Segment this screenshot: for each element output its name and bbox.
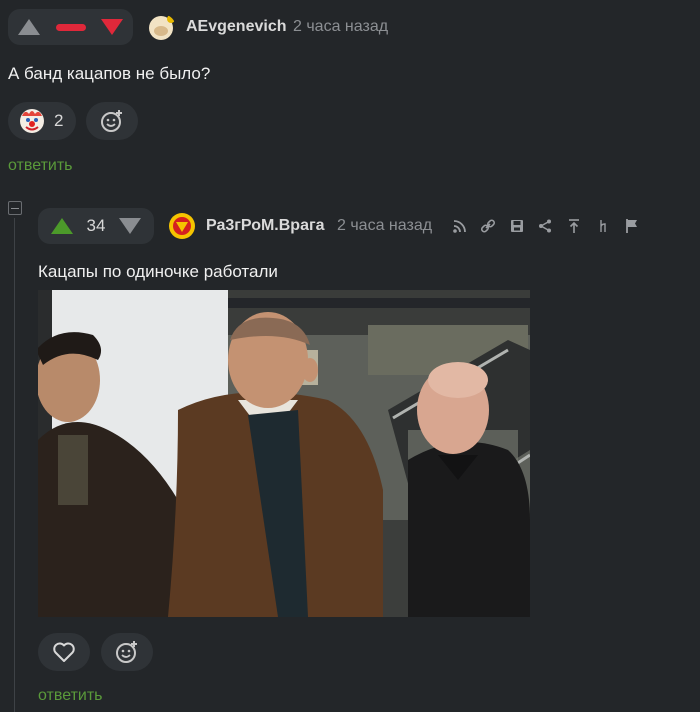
comment2-username[interactable]: Ра3гРоМ.Врага	[206, 217, 325, 235]
heart-icon	[53, 642, 75, 662]
downvote-icon[interactable]	[101, 19, 123, 35]
add-reaction-icon	[101, 110, 122, 132]
clown-face-icon	[20, 109, 44, 133]
arrow-up-icon[interactable]	[566, 218, 582, 234]
comment-image[interactable]	[38, 290, 530, 617]
link-icon[interactable]	[480, 218, 496, 234]
upvote-icon[interactable]	[18, 19, 40, 35]
add-reaction-button[interactable]	[86, 102, 138, 140]
downvote-icon[interactable]	[118, 218, 141, 234]
branch-icon[interactable]	[595, 218, 611, 234]
comment1-reply-link[interactable]: ответить	[8, 157, 73, 175]
comment1-username[interactable]: AEvgenevich	[186, 18, 286, 36]
negative-rating-indicator	[55, 23, 86, 31]
add-reaction-button[interactable]	[101, 633, 153, 671]
flag-icon[interactable]	[624, 218, 640, 234]
comment2-timestamp[interactable]: 2 часа назад	[337, 217, 432, 235]
comment2-reply-link[interactable]: ответить	[38, 687, 103, 705]
comment2-rating: 34	[86, 216, 106, 235]
rss-icon[interactable]	[452, 218, 468, 234]
reaction-button[interactable]: 2	[8, 102, 76, 140]
thread-line[interactable]	[14, 218, 15, 712]
avatar[interactable]	[148, 14, 176, 42]
comment1-vote-pill	[8, 9, 133, 45]
comment2-vote-pill: 34	[38, 208, 154, 244]
add-reaction-icon	[116, 641, 137, 663]
comment2-text: Кацапы по одиночке работали	[38, 262, 278, 281]
reaction-count: 2	[54, 111, 64, 130]
upvote-icon[interactable]	[51, 218, 73, 234]
share-icon[interactable]	[537, 218, 553, 234]
like-button[interactable]	[38, 633, 90, 671]
save-icon[interactable]	[509, 218, 525, 234]
collapse-button[interactable]	[8, 201, 22, 215]
comment1-text: А банд кацапов не было?	[8, 64, 211, 83]
collapse-icon	[11, 207, 19, 209]
avatar[interactable]	[168, 212, 196, 240]
comment1-timestamp[interactable]: 2 часа назад	[293, 18, 388, 36]
